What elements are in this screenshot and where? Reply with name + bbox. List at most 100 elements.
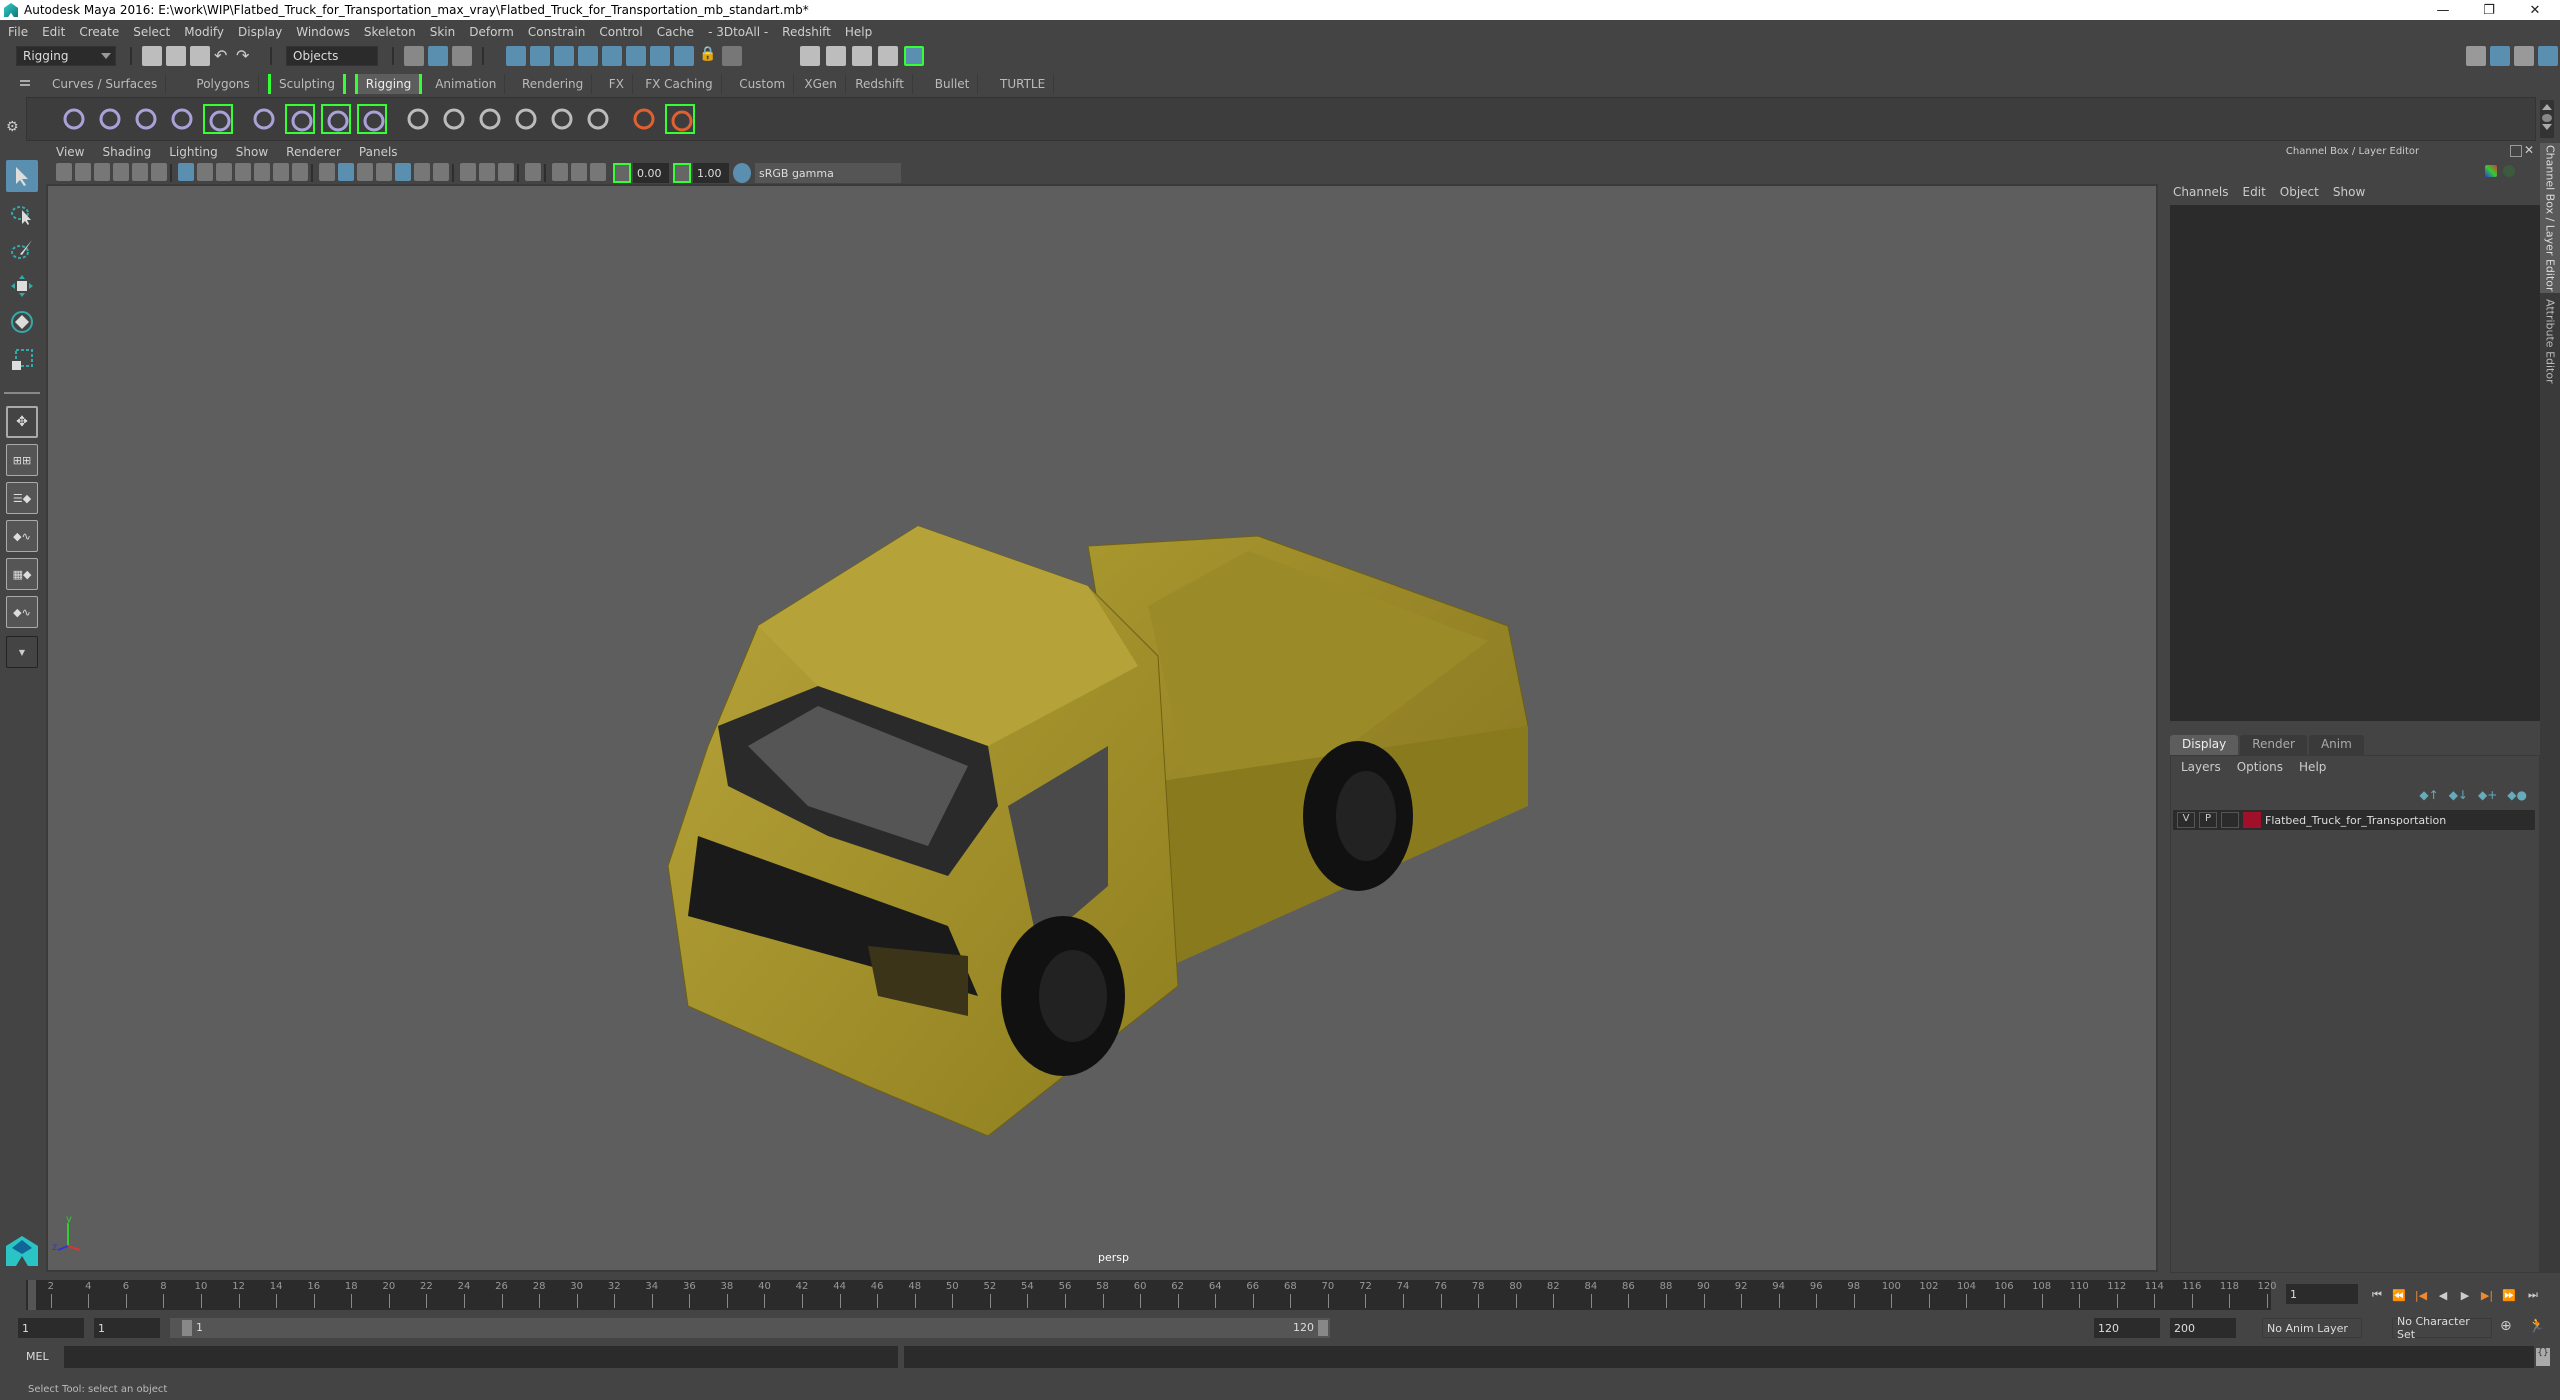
current-frame-field[interactable]: 1 xyxy=(2286,1284,2358,1304)
key-icon[interactable] xyxy=(2503,165,2515,177)
tab-attribute-editor[interactable]: Attribute Editor xyxy=(2540,295,2560,387)
locator-icon[interactable] xyxy=(629,104,659,134)
viewport-menu-renderer[interactable]: Renderer xyxy=(286,145,341,159)
textured-icon[interactable] xyxy=(376,163,392,181)
xray-icon[interactable] xyxy=(552,163,568,181)
layer-menu-options[interactable]: Options xyxy=(2237,760,2283,774)
shelf-tab-animation[interactable]: Animation xyxy=(427,74,506,94)
layer-row[interactable]: V P Flatbed_Truck_for_Transportation xyxy=(2173,810,2535,830)
viewport-menu-lighting[interactable]: Lighting xyxy=(169,145,218,159)
snap-surface-icon[interactable] xyxy=(578,46,598,66)
menu-skin[interactable]: Skin xyxy=(430,25,456,39)
help-icon[interactable] xyxy=(674,46,694,66)
anti-aliasing-icon[interactable] xyxy=(479,163,495,181)
select-hierarchy-icon[interactable] xyxy=(404,46,424,66)
new-layer-selected-icon[interactable]: ◆● xyxy=(2507,788,2527,802)
viewport-menu-shading[interactable]: Shading xyxy=(102,145,151,159)
animation-prefs-icon[interactable]: 🏃 xyxy=(2528,1318,2545,1334)
grease-pencil-icon[interactable] xyxy=(151,163,167,181)
shelf-tab-sculpting[interactable]: Sculpting xyxy=(268,74,347,94)
camera-select-icon[interactable] xyxy=(56,163,72,181)
range-end-handle[interactable] xyxy=(1318,1320,1328,1336)
bookmark-icon[interactable] xyxy=(94,163,110,181)
menu-constrain[interactable]: Constrain xyxy=(528,25,586,39)
joint-tool-icon[interactable] xyxy=(59,104,89,134)
cluster-icon[interactable] xyxy=(357,104,387,134)
scroll-down-icon[interactable] xyxy=(2542,124,2552,130)
single-perspective-layout-button[interactable]: ✥ xyxy=(6,406,38,438)
orient-constraint-icon[interactable] xyxy=(475,104,505,134)
minimize-button[interactable]: — xyxy=(2420,0,2466,20)
lock-icon[interactable]: 🔒 xyxy=(698,46,718,66)
snap-curve-icon[interactable] xyxy=(530,46,550,66)
move-layer-down-icon[interactable]: ◆↓ xyxy=(2449,788,2468,802)
insert-joint-icon[interactable] xyxy=(167,104,197,134)
color-space-dropdown[interactable]: sRGB gamma xyxy=(755,163,901,183)
render-settings-icon[interactable] xyxy=(878,46,898,66)
lasso-tool-button[interactable] xyxy=(6,198,38,230)
select-object-icon[interactable] xyxy=(428,46,448,66)
menuset-dropdown[interactable]: Rigging xyxy=(16,46,116,66)
channel-menu-channels[interactable]: Channels xyxy=(2173,185,2229,199)
snap-point-icon[interactable] xyxy=(554,46,574,66)
gear-icon[interactable]: ⚙ xyxy=(6,119,19,135)
layer-tab-anim[interactable]: Anim xyxy=(2308,735,2364,755)
play-forward-button[interactable]: ▶ xyxy=(2458,1286,2472,1304)
menu-deform[interactable]: Deform xyxy=(469,25,514,39)
time-slider[interactable]: 2 4 6 8 10 12 14 16 18 20 22 24 26 28 30 32 34 36 38 40 42 44… xyxy=(26,1280,2277,1310)
grid-icon[interactable] xyxy=(178,163,194,181)
go-to-end-button[interactable]: ⏭ xyxy=(2526,1286,2540,1304)
anim-layer-dropdown[interactable]: No Anim Layer xyxy=(2262,1318,2362,1338)
modeling-toolkit-icon[interactable] xyxy=(2466,46,2486,66)
redo-icon[interactable]: ↷ xyxy=(236,46,256,66)
viewport-menu-show[interactable]: Show xyxy=(236,145,268,159)
isolate-select-icon[interactable] xyxy=(525,163,541,181)
xray-joints-icon[interactable] xyxy=(571,163,587,181)
four-view-layout-button[interactable]: ⊞⊞ xyxy=(6,444,38,476)
select-tool-icon[interactable] xyxy=(722,46,742,66)
channel-menu-edit[interactable]: Edit xyxy=(2243,185,2266,199)
channel-menu-show[interactable]: Show xyxy=(2333,185,2365,199)
motion-blur-icon[interactable] xyxy=(460,163,476,181)
end-time-field[interactable]: 200 xyxy=(2170,1318,2236,1338)
shelf-tab-turtle[interactable]: TURTLE xyxy=(992,74,1055,94)
2d-pan-zoom-icon[interactable] xyxy=(132,163,148,181)
tab-channel-box[interactable]: Channel Box / Layer Editor xyxy=(2540,143,2560,293)
outliner-graph-layout-button[interactable]: ◆∿ xyxy=(6,596,38,628)
shelf-tab-fx-caching[interactable]: FX Caching xyxy=(637,74,722,94)
field-chart-icon[interactable] xyxy=(254,163,270,181)
resolution-gate-icon[interactable] xyxy=(216,163,232,181)
axis-manipulator-icon[interactable] xyxy=(2485,165,2497,177)
hypershade-icon[interactable] xyxy=(904,46,924,66)
menu-skeleton[interactable]: Skeleton xyxy=(364,25,416,39)
step-back-frame-button[interactable]: |◀ xyxy=(2414,1286,2428,1304)
smooth-shade-icon[interactable] xyxy=(338,163,354,181)
default-lighting-icon[interactable] xyxy=(357,163,373,181)
attribute-editor-toggle-icon[interactable] xyxy=(2490,46,2510,66)
step-back-key-button[interactable]: ⏪ xyxy=(2392,1286,2406,1304)
anim-end-field[interactable]: 120 xyxy=(2094,1318,2160,1338)
command-input[interactable] xyxy=(64,1346,898,1368)
step-forward-frame-button[interactable]: ▶| xyxy=(2480,1286,2494,1304)
new-scene-icon[interactable] xyxy=(142,46,162,66)
shelf-tab-curves-surfaces[interactable]: Curves / Surfaces xyxy=(44,74,167,94)
shelf-tab-fx[interactable]: FX xyxy=(600,74,633,94)
menu-cache[interactable]: Cache xyxy=(657,25,694,39)
use-lights-icon[interactable] xyxy=(414,163,430,181)
ambient-occlusion-icon[interactable] xyxy=(433,163,449,181)
menu-edit[interactable]: Edit xyxy=(42,25,65,39)
float-panel-icon[interactable] xyxy=(2510,145,2522,157)
menu-windows[interactable]: Windows xyxy=(296,25,350,39)
auto-key-icon[interactable]: ⊕ xyxy=(2500,1318,2512,1334)
move-layer-up-icon[interactable]: ◆↑ xyxy=(2419,788,2438,802)
shelf-tab-rendering[interactable]: Rendering xyxy=(514,74,593,94)
exposure-icon[interactable] xyxy=(613,163,631,183)
snap-live-icon[interactable] xyxy=(626,46,646,66)
paint-select-tool-button[interactable] xyxy=(6,234,38,266)
menu-modify[interactable]: Modify xyxy=(184,25,224,39)
parent-locator-icon[interactable] xyxy=(665,104,695,134)
layer-color-swatch[interactable] xyxy=(2243,812,2261,828)
close-button[interactable]: ✕ xyxy=(2512,0,2558,20)
shelf-tab-bullet[interactable]: Bullet xyxy=(926,74,979,94)
viewport-menu-panels[interactable]: Panels xyxy=(359,145,398,159)
